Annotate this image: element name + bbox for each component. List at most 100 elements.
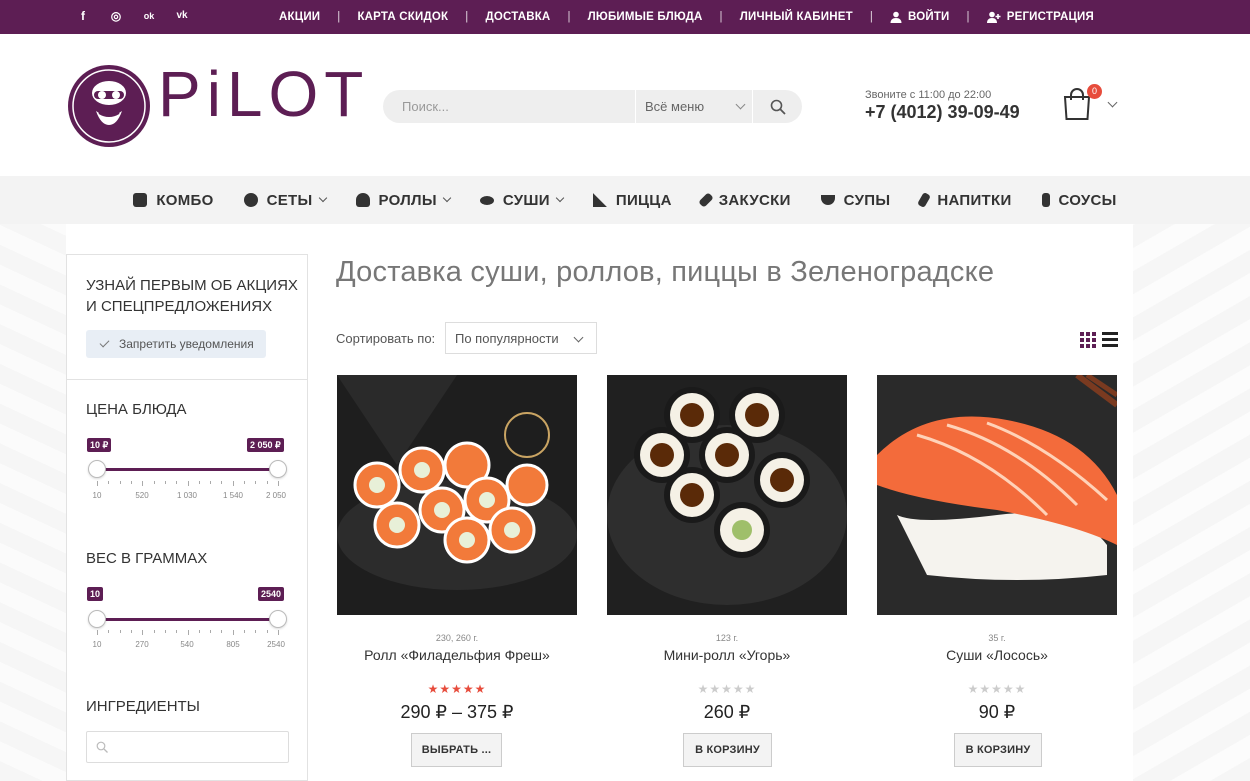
slider-tick (244, 630, 246, 633)
list-view-icon[interactable] (1102, 332, 1118, 347)
separator: | (567, 11, 571, 23)
star-icon: ★ (462, 682, 475, 696)
ingredients-search-input[interactable] (86, 731, 289, 763)
search-category-select[interactable]: Всё меню (635, 90, 753, 123)
nav-sushi[interactable]: СУШИ (465, 192, 578, 209)
nav-rolls[interactable]: РОЛЛЫ (341, 192, 465, 209)
logo-wordmark[interactable]: PiLOT (158, 62, 369, 126)
instagram-icon[interactable]: ◎ (109, 9, 123, 23)
product-name[interactable]: Ролл «Филадельфия Фреш» (337, 647, 577, 663)
nav-combo[interactable]: КОМБО (118, 192, 228, 209)
slider-tick (198, 481, 200, 484)
register-link[interactable]: РЕГИСТРАЦИЯ (986, 11, 1094, 23)
nav-pizza-label: ПИЦЦА (615, 191, 672, 209)
product-weight: 123 г. (715, 633, 739, 643)
slider-tick (119, 630, 121, 633)
product-image[interactable] (877, 375, 1117, 615)
search-icon (770, 99, 786, 115)
nav-pizza[interactable]: ПИЦЦА (578, 192, 687, 209)
product-card: 35 г. Суши «Лосось» ★★★★★ 90 ₽ В КОРЗИНУ (877, 375, 1117, 767)
grid-view-icon[interactable] (1080, 332, 1096, 348)
facebook-icon[interactable]: f (76, 9, 90, 23)
price-tick-label: 520 (135, 491, 149, 500)
link-personal-account[interactable]: ЛИЧНЫЙ КАБИНЕТ (740, 11, 853, 23)
slider-tick (221, 481, 223, 484)
top-bar: f ◎ ok vk АКЦИИ | КАРТА СКИДОК | ДОСТАВК… (0, 0, 1250, 34)
star-icon: ★ (979, 682, 992, 696)
nav-soups-label: СУПЫ (843, 191, 891, 209)
background-pattern-left (0, 224, 66, 781)
promo-title-line-2: И СПЕЦПРЕДЛОЖЕНИЯХ (86, 298, 273, 315)
add-to-cart-button[interactable]: В КОРЗИНУ (683, 733, 772, 767)
slider-tick (176, 481, 178, 484)
star-icon: ★ (451, 682, 463, 696)
drinks-icon (917, 191, 932, 209)
sushi-salmon-image (877, 375, 1117, 615)
slider-tick (142, 630, 144, 635)
slider-tick (244, 481, 246, 484)
snacks-icon (697, 192, 714, 208)
slider-tick (164, 481, 166, 484)
price-filter-title: ЦЕНА БЛЮДА (86, 401, 187, 418)
weight-min-handle[interactable] (88, 610, 106, 628)
weight-max-handle[interactable] (269, 610, 287, 628)
cart-count-badge: 0 (1087, 84, 1102, 99)
pilot-logo-emblem[interactable] (66, 63, 152, 149)
login-link[interactable]: ВОЙТИ (890, 11, 950, 23)
price-slider-ticks (97, 481, 279, 487)
nav-sauces[interactable]: СОУСЫ (1027, 192, 1132, 209)
price-min-handle[interactable] (88, 460, 106, 478)
product-name[interactable]: Мини-ролл «Угорь» (607, 647, 847, 663)
nav-sauces-label: СОУСЫ (1058, 191, 1117, 209)
separator: | (966, 11, 970, 23)
star-icon: ★ (1014, 682, 1027, 696)
sort-select[interactable]: По популярности (445, 322, 597, 354)
chevron-down-icon (442, 193, 452, 203)
link-favorite-dishes[interactable]: ЛЮБИМЫЕ БЛЮДА (588, 11, 703, 23)
background-pattern-right (1133, 224, 1250, 781)
price-tick-label: 1 030 (176, 491, 198, 500)
star-icon: ★ (732, 682, 745, 696)
search-bar: Поиск... Всё меню (383, 90, 802, 123)
soups-icon (820, 195, 835, 205)
weight-slider-track[interactable] (97, 618, 278, 621)
nav-soups[interactable]: СУПЫ (806, 192, 906, 209)
product-image[interactable] (337, 375, 577, 615)
link-promotions[interactable]: АКЦИИ (279, 11, 320, 23)
slider-tick (97, 481, 98, 486)
select-options-button[interactable]: ВЫБРАТЬ ... (411, 733, 502, 767)
link-delivery[interactable]: ДОСТАВКА (485, 11, 550, 23)
search-input[interactable]: Поиск... (383, 99, 635, 114)
price-min-badge: 10 ₽ (87, 438, 112, 452)
nav-drinks[interactable]: НАПИТКИ (905, 192, 1026, 209)
star-icon: ★ (697, 682, 710, 696)
slider-tick (232, 481, 234, 486)
product-image[interactable] (607, 375, 847, 615)
search-button[interactable] (753, 99, 802, 115)
nav-sets[interactable]: СЕТЫ (229, 192, 341, 209)
category-nav: КОМБО СЕТЫ РОЛЛЫ СУШИ ПИЦЦА ЗАКУСКИ СУПЫ… (0, 176, 1250, 224)
product-price: 290 ₽ – 375 ₽ (400, 702, 514, 722)
slider-tick (255, 481, 257, 484)
star-icon: ★ (991, 682, 1003, 696)
product-weight: 35 г. (988, 633, 1006, 643)
slider-tick (108, 481, 110, 484)
sort-value: По популярности (455, 330, 559, 346)
vk-icon[interactable]: vk (175, 9, 189, 23)
separator: | (869, 11, 873, 23)
slider-tick (232, 630, 234, 635)
block-notifications-button[interactable]: Запретить уведомления (86, 330, 266, 358)
price-slider-track[interactable] (97, 468, 278, 471)
product-name[interactable]: Суши «Лосось» (877, 647, 1117, 663)
odnoklassniki-icon[interactable]: ok (142, 9, 156, 23)
link-discount-card[interactable]: КАРТА СКИДОК (357, 11, 448, 23)
phone-number[interactable]: +7 (4012) 39-09-49 (865, 102, 1020, 123)
nav-combo-label: КОМБО (156, 191, 214, 209)
nav-snacks[interactable]: ЗАКУСКИ (687, 192, 806, 209)
chevron-down-icon (555, 193, 565, 203)
add-to-cart-button[interactable]: В КОРЗИНУ (954, 733, 1042, 767)
slider-tick (198, 630, 200, 633)
slider-tick (108, 630, 110, 633)
search-category-value: Всё меню (645, 99, 705, 114)
price-max-handle[interactable] (269, 460, 287, 478)
